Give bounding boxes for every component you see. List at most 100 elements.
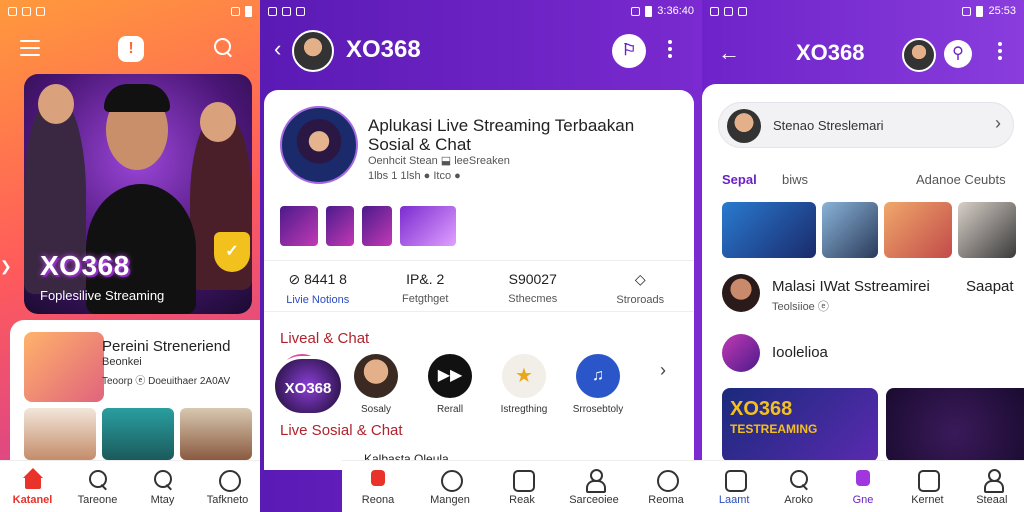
status-bar: 25:53 <box>702 0 1024 22</box>
search-icon <box>152 468 174 490</box>
streamer-line3: Teoorp ⓔ Doeuithaer 2A0AV <box>102 376 231 387</box>
category-label: Sosaly <box>360 404 391 415</box>
stat-label: Fetgthget <box>402 293 449 305</box>
diamond-icon: ◇ <box>634 271 646 287</box>
nav-label: Mtay <box>150 493 175 506</box>
profile-switch-icon[interactable]: ⚐ <box>612 34 646 68</box>
nav-label: Reak <box>509 493 535 506</box>
phone-screen-3: 25:53 ← XO368 ⚲ Stenao Streslemari › Sep… <box>702 0 1024 512</box>
home-icon <box>511 468 535 492</box>
nav-item[interactable]: Steaal <box>960 461 1024 512</box>
thumbnail[interactable] <box>180 408 252 460</box>
nav-item-home[interactable]: Katanel <box>0 461 65 512</box>
featured-banner[interactable] <box>886 388 1024 462</box>
more-icon[interactable] <box>668 40 672 61</box>
chevron-right-icon[interactable]: › <box>660 360 666 381</box>
menu-icon[interactable] <box>20 40 40 56</box>
category-item[interactable]: ▶▶ Rerall <box>428 354 472 415</box>
nav-item-profile[interactable]: Tafkneto <box>195 461 260 512</box>
nav-item[interactable]: Reona <box>342 461 414 512</box>
hero-subtitle: Foplesilive Streaming <box>40 288 165 303</box>
thumbnail[interactable] <box>822 202 878 258</box>
pin-icon <box>367 468 389 490</box>
nav-item[interactable]: Reak <box>486 461 558 512</box>
pin-icon <box>852 468 874 490</box>
nav-item[interactable]: Reoma <box>630 461 702 512</box>
stat[interactable]: IP&. 2 Fetgthget <box>372 261 480 311</box>
screenshot[interactable] <box>362 206 392 246</box>
avatar[interactable] <box>902 38 936 72</box>
avatar[interactable] <box>292 30 334 72</box>
app-detail-card: Aplukasi Live Streaming Terbaakan Sosial… <box>264 90 694 470</box>
thumbnail[interactable] <box>884 202 952 258</box>
chevron-left-icon[interactable]: ❯ <box>0 258 12 274</box>
thumbnail[interactable] <box>24 408 96 460</box>
category-label: Rerall <box>436 404 464 415</box>
tab[interactable]: Adanoe Ceubts <box>916 172 1006 187</box>
stat-value: S90027 <box>508 271 557 287</box>
stat-label: Livie Notions <box>286 294 350 306</box>
back-arrow-icon[interactable]: ← <box>718 40 740 66</box>
search-icon[interactable]: ⚲ <box>944 40 972 68</box>
screenshot[interactable] <box>280 206 318 246</box>
category-label: Srrosebtoly <box>572 404 624 415</box>
nav-item[interactable]: Aroko <box>766 461 830 512</box>
streamer-search-row[interactable]: Stenao Streslemari › <box>718 102 1014 148</box>
nav-item[interactable]: Kernet <box>895 461 959 512</box>
stat-value: ⊘ 8441 8 <box>288 271 347 287</box>
nav-item-explore[interactable]: Mtay <box>130 461 195 512</box>
category-item[interactable]: Sosaly <box>354 354 398 415</box>
search-icon[interactable] <box>214 38 234 58</box>
section-title: Live Sosial & Chat <box>280 422 403 439</box>
stat-value: IP&. 2 <box>406 271 445 287</box>
section-title: Liveal & Chat <box>280 330 370 347</box>
hero-banner[interactable]: XO368 Foplesilive Streaming ✓ <box>24 74 252 314</box>
star-icon: ★ <box>502 354 546 398</box>
status-bar: 3:36:40 <box>260 0 702 22</box>
thumbnail[interactable] <box>958 202 1016 258</box>
avatar <box>24 332 104 402</box>
back-arrow-icon[interactable]: ‹ <box>274 36 281 62</box>
more-icon[interactable] <box>998 42 1002 63</box>
header: ‹ XO368 ⚐ <box>260 22 702 88</box>
nav-label: Tafkneto <box>206 493 249 506</box>
thumbnail[interactable] <box>722 202 816 258</box>
nav-item[interactable]: Gne <box>831 461 895 512</box>
nav-label: Reona <box>361 493 395 506</box>
tab[interactable]: biws <box>782 172 808 187</box>
live-logo[interactable]: XO368 <box>272 356 344 416</box>
screenshot[interactable] <box>326 206 354 246</box>
status-bar <box>0 0 260 22</box>
nav-label: Reoma <box>648 493 684 506</box>
list-title: Ioolelioa <box>772 344 828 361</box>
square-icon <box>916 468 941 492</box>
stat[interactable]: ⊘ 8441 8 Livie Notions <box>264 261 372 311</box>
shield-icon: ✓ <box>214 232 250 272</box>
nav-label: Gne <box>852 493 874 506</box>
category-item[interactable]: ★ Istregthing <box>501 354 547 415</box>
stat-label: Sthecmes <box>508 293 558 305</box>
app-meta: Oenhcit Stean ⬓ leeSreaken <box>368 155 510 167</box>
streamer-name: Pereini Streneriend <box>102 338 231 355</box>
screenshot[interactable] <box>400 206 456 246</box>
stats-row: ⊘ 8441 8 Livie Notions IP&. 2 Fetgthget S9… <box>264 260 694 312</box>
tab-active[interactable]: Sepal <box>722 172 757 187</box>
screenshot-strip <box>280 206 456 246</box>
banner-title: XO368 <box>730 398 793 420</box>
bottom-nav: Reona Mangen Reak Sarceoiee Reoma <box>342 460 702 512</box>
stat[interactable]: ◇ Stroroads <box>587 261 695 311</box>
app-title: Aplukasi Live Streaming Terbaakan Sosial… <box>368 116 635 154</box>
nav-item[interactable]: Sarceoiee <box>558 461 630 512</box>
list-side-label: Saapat <box>966 278 1014 295</box>
streamer-card[interactable]: Pereini Streneriend Beonkei Teoorp ⓔ Doe… <box>10 320 260 460</box>
thumbnail[interactable] <box>102 408 174 460</box>
nav-item[interactable]: Laamt <box>702 461 766 512</box>
nav-item[interactable]: Mangen <box>414 461 486 512</box>
search-icon <box>87 468 109 490</box>
stat[interactable]: S90027 Sthecmes <box>479 261 587 311</box>
nav-item-search[interactable]: Tareone <box>65 461 130 512</box>
chevron-right-icon[interactable]: › <box>995 113 1001 134</box>
featured-banner[interactable]: XO368 TESTREAMING <box>722 388 878 462</box>
avatar <box>722 334 760 372</box>
category-item[interactable]: ♫ Srrosebtoly <box>573 354 623 415</box>
